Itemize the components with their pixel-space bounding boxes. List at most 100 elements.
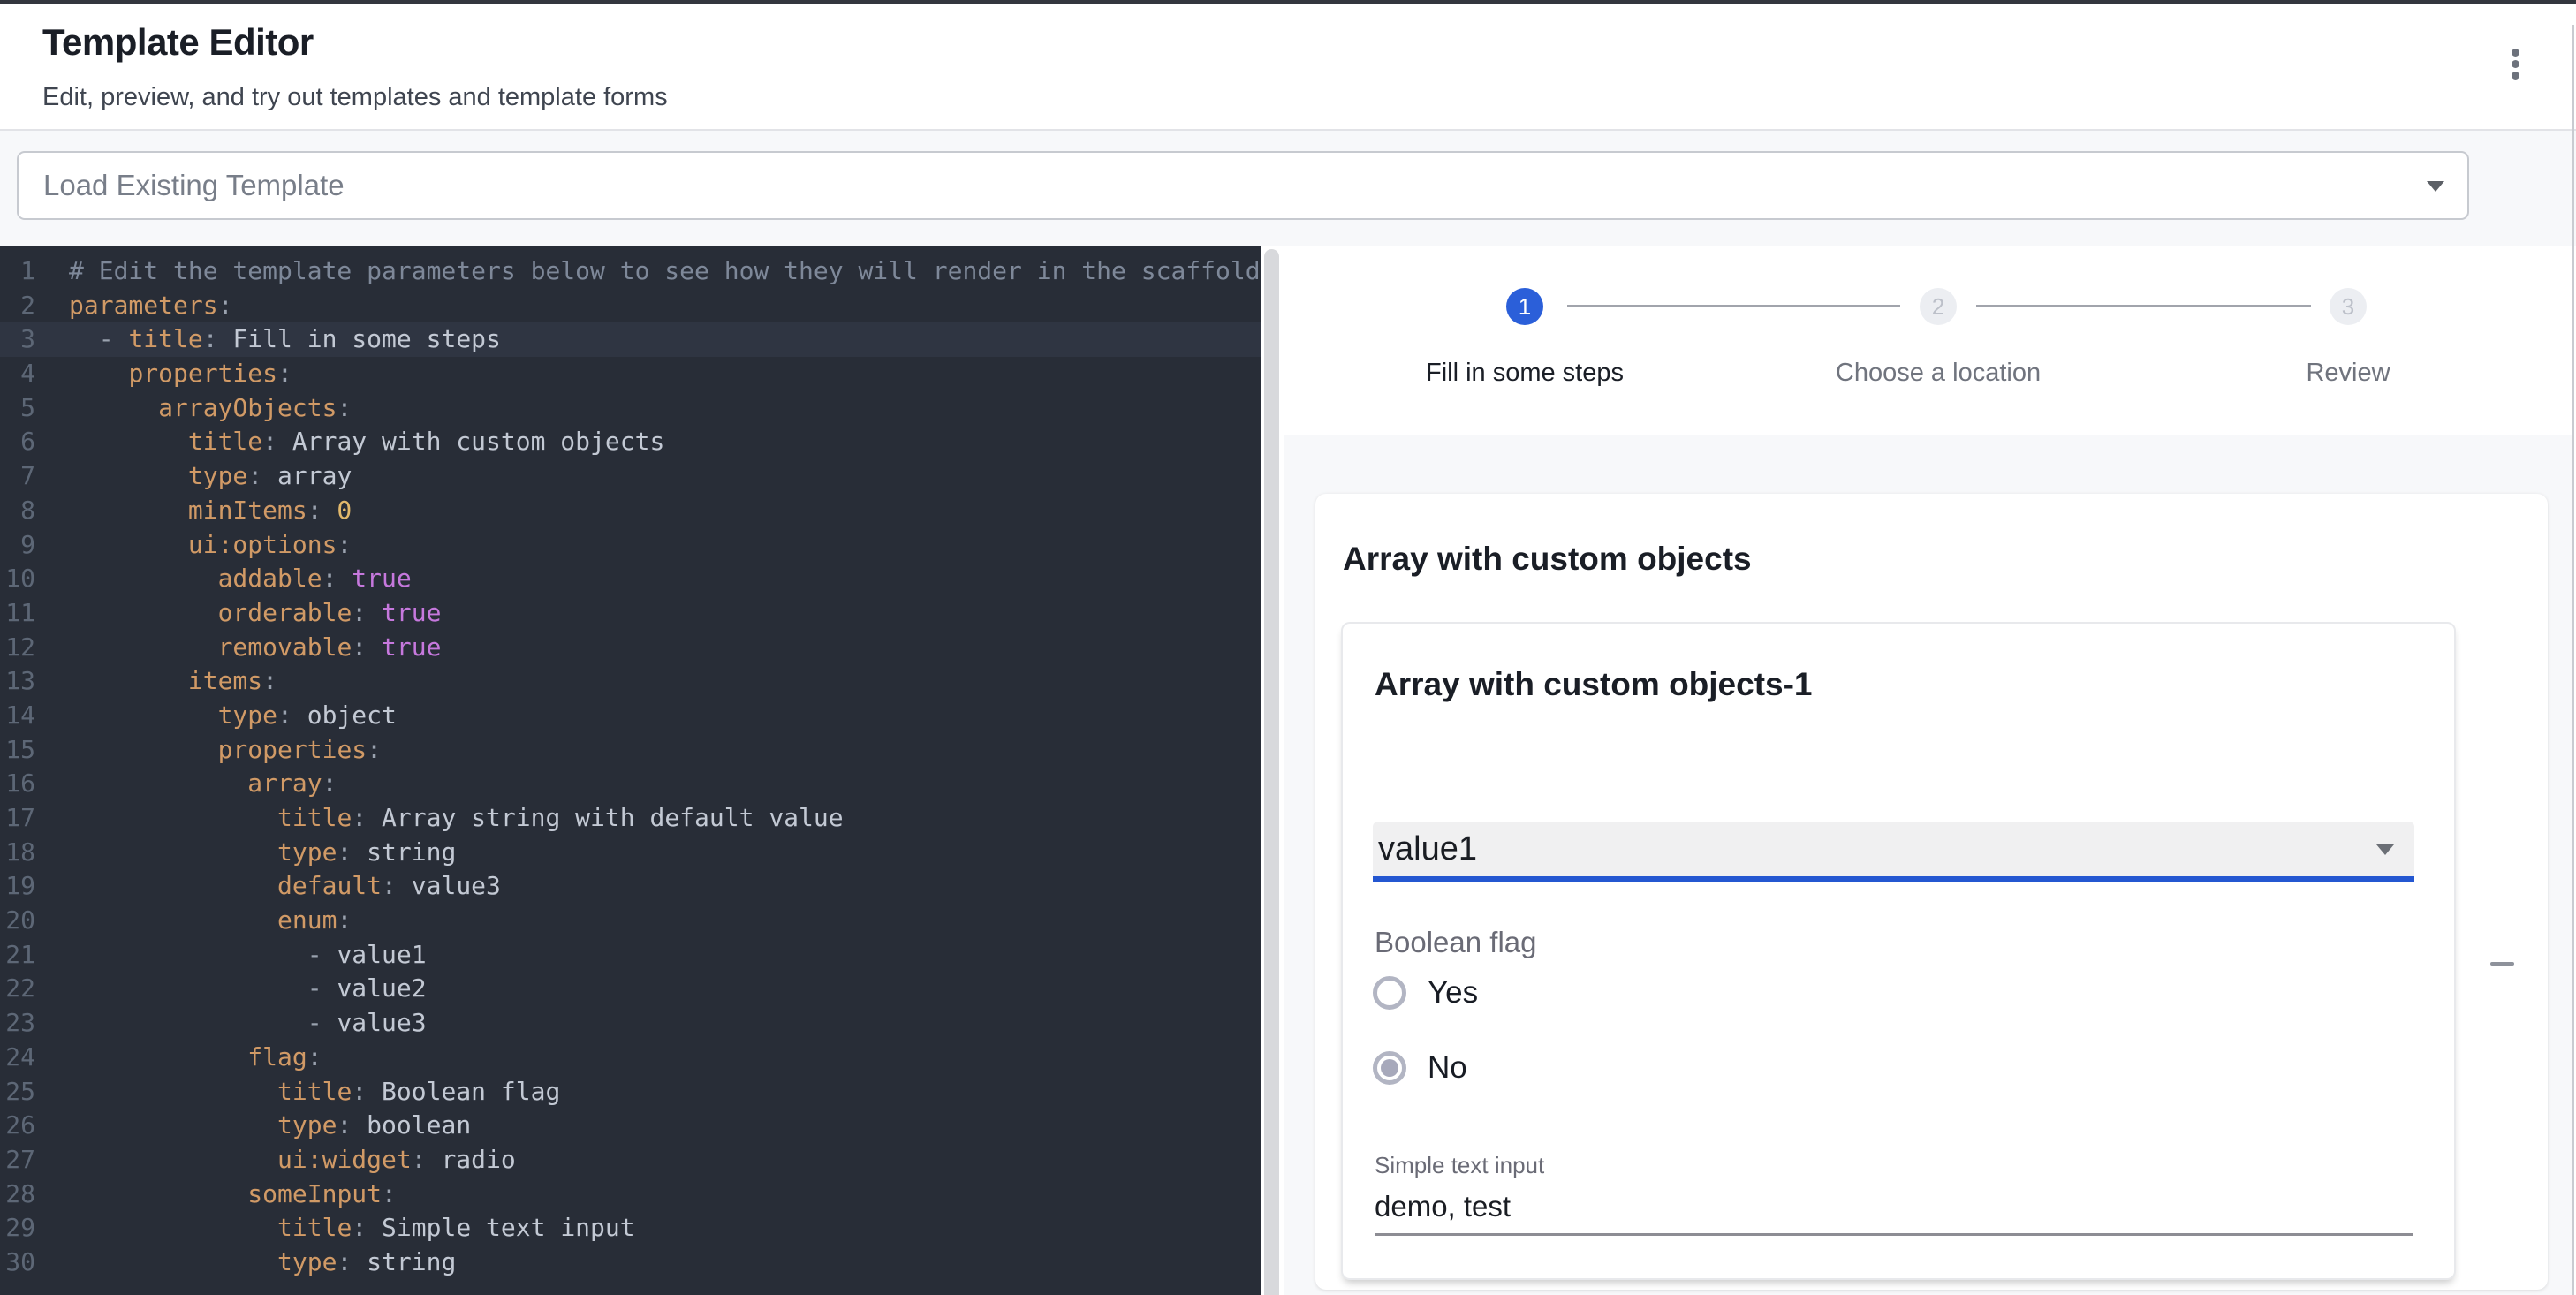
code-line[interactable]: 4 properties: — [0, 357, 1261, 391]
step-2-circle: 2 — [1920, 288, 1957, 325]
boolean-flag-radio-no[interactable]: No — [1373, 1049, 1467, 1087]
step-3-label: Review — [2154, 359, 2542, 388]
simple-text-input[interactable] — [1375, 1180, 2413, 1236]
editor-scrollbar-thumb[interactable] — [1264, 249, 1279, 1295]
code-line[interactable]: 9 ui:options: — [0, 528, 1261, 563]
page-right-border — [2572, 25, 2574, 1295]
code-line[interactable]: 23 - value3 — [0, 1006, 1261, 1041]
line-number: 25 — [0, 1075, 69, 1109]
code-line[interactable]: 1# Edit the template parameters below to… — [0, 254, 1261, 289]
form-section-card: Array with custom objects Array with cus… — [1315, 494, 2548, 1290]
code-line[interactable]: 27 ui:widget: radio — [0, 1143, 1261, 1178]
line-number: 15 — [0, 733, 69, 768]
line-number: 8 — [0, 494, 69, 528]
code-line[interactable]: 15 properties: — [0, 733, 1261, 768]
line-number: 6 — [0, 425, 69, 459]
line-number: 5 — [0, 391, 69, 426]
remove-array-item-button[interactable] — [2477, 939, 2527, 988]
code-line[interactable]: 26 type: boolean — [0, 1109, 1261, 1143]
page-subtitle: Edit, preview, and try out templates and… — [42, 83, 668, 112]
code-line[interactable]: 24 flag: — [0, 1041, 1261, 1075]
line-number: 18 — [0, 836, 69, 870]
code-line[interactable]: 28 someInput: — [0, 1178, 1261, 1212]
line-number: 7 — [0, 459, 69, 494]
code-line[interactable]: 19 default: value3 — [0, 869, 1261, 904]
load-template-placeholder: Load Existing Template — [43, 153, 345, 218]
code-line[interactable]: 29 title: Simple text input — [0, 1211, 1261, 1246]
code-line[interactable]: 21 - value1 — [0, 938, 1261, 973]
line-number: 21 — [0, 938, 69, 973]
code-line[interactable]: 17 title: Array string with default valu… — [0, 801, 1261, 836]
code-editor[interactable]: 1# Edit the template parameters below to… — [0, 246, 1261, 1295]
line-number: 10 — [0, 562, 69, 596]
line-number: 16 — [0, 767, 69, 801]
template-toolbar: Load Existing Template — [0, 131, 2576, 246]
code-line[interactable]: 22 - value2 — [0, 972, 1261, 1006]
simple-text-input-label: Simple text input — [1375, 1152, 1544, 1179]
line-number: 1 — [0, 254, 69, 289]
line-number: 11 — [0, 596, 69, 631]
line-number: 22 — [0, 972, 69, 1006]
code-line[interactable]: 13 items: — [0, 664, 1261, 699]
form-section-title: Array with custom objects — [1343, 541, 1752, 578]
code-line[interactable]: 2parameters: — [0, 289, 1261, 323]
dropdown-caret-icon — [2376, 844, 2394, 855]
step-connector — [1567, 305, 1900, 307]
boolean-flag-label: Boolean flag — [1375, 926, 1536, 959]
step-connector — [1976, 305, 2311, 307]
load-existing-template-select[interactable]: Load Existing Template — [17, 151, 2469, 220]
radio-icon — [1373, 1051, 1406, 1085]
line-number: 17 — [0, 801, 69, 836]
code-line[interactable]: 6 title: Array with custom objects — [0, 425, 1261, 459]
line-number: 13 — [0, 664, 69, 699]
line-number: 30 — [0, 1246, 69, 1280]
line-number: 26 — [0, 1109, 69, 1143]
template-editor-page: { "header": { "title": "Template Editor"… — [0, 0, 2576, 1295]
page-title: Template Editor — [42, 21, 314, 64]
step-1-circle: 1 — [1506, 288, 1543, 325]
code-line[interactable]: 14 type: object — [0, 699, 1261, 733]
code-line[interactable]: 11 orderable: true — [0, 596, 1261, 631]
line-number: 23 — [0, 1006, 69, 1041]
line-number: 19 — [0, 869, 69, 904]
code-line[interactable]: 8 minItems: 0 — [0, 494, 1261, 528]
code-line[interactable]: 3 - title: Fill in some steps — [0, 322, 1261, 357]
line-number: 27 — [0, 1143, 69, 1178]
code-line[interactable]: 20 enum: — [0, 904, 1261, 938]
boolean-flag-radio-yes[interactable]: Yes — [1373, 974, 1478, 1011]
radio-label: No — [1428, 1050, 1467, 1086]
line-number: 3 — [0, 322, 69, 357]
dropdown-caret-icon — [2427, 181, 2444, 192]
array-string-select-value: value1 — [1378, 822, 1477, 876]
code-line[interactable]: 5 arrayObjects: — [0, 391, 1261, 426]
code-line[interactable]: 10 addable: true — [0, 562, 1261, 596]
array-item-card: Array with custom objects-1 Array string… — [1341, 622, 2456, 1280]
line-number: 29 — [0, 1211, 69, 1246]
kebab-menu-icon — [2512, 49, 2519, 80]
line-number: 24 — [0, 1041, 69, 1075]
code-line[interactable]: 7 type: array — [0, 459, 1261, 494]
line-number: 28 — [0, 1178, 69, 1212]
code-line[interactable]: 12 removable: true — [0, 631, 1261, 665]
code-editor-lines: 1# Edit the template parameters below to… — [0, 254, 1261, 1280]
code-line[interactable]: 25 title: Boolean flag — [0, 1075, 1261, 1109]
line-number: 9 — [0, 528, 69, 563]
array-string-select[interactable]: value1 — [1373, 822, 2414, 882]
line-number: 4 — [0, 357, 69, 391]
step-2-label: Choose a location — [1744, 359, 2133, 388]
code-line[interactable]: 18 type: string — [0, 836, 1261, 870]
radio-icon — [1373, 976, 1406, 1010]
line-number: 14 — [0, 699, 69, 733]
radio-label: Yes — [1428, 975, 1478, 1011]
code-line[interactable]: 30 type: string — [0, 1246, 1261, 1280]
page-header: Template Editor Edit, preview, and try o… — [0, 4, 2576, 129]
line-number: 12 — [0, 631, 69, 665]
more-options-button[interactable] — [2490, 39, 2540, 88]
line-number: 20 — [0, 904, 69, 938]
minus-icon — [2490, 962, 2514, 966]
line-number: 2 — [0, 289, 69, 323]
code-line[interactable]: 16 array: — [0, 767, 1261, 801]
step-1-label: Fill in some steps — [1330, 359, 1719, 388]
preview-panel: 1 2 3 Fill in some steps Choose a locati… — [1284, 246, 2572, 1295]
step-3-circle: 3 — [2330, 288, 2367, 325]
